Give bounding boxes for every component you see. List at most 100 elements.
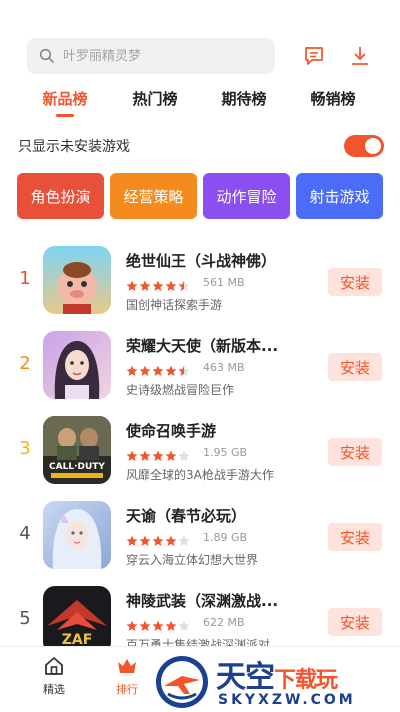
category-buttons: 角色扮演 经营策略 动作冒险 射击游戏 [17, 173, 383, 219]
game-size: 561 MB [203, 276, 245, 289]
star-icon [165, 447, 177, 461]
app-icon[interactable] [43, 246, 111, 314]
star-icon [139, 532, 151, 546]
watermark: 天空下载玩 SKYXZW.COM [154, 650, 400, 712]
star-icon [126, 532, 138, 546]
star-icon [152, 447, 164, 461]
tab-new[interactable]: 新品榜 [30, 84, 100, 114]
watermark-url: SKYXZW.COM [218, 692, 356, 708]
star-icon [178, 447, 190, 461]
rank-number: 2 [19, 353, 31, 374]
install-button[interactable]: 安装 [328, 438, 382, 466]
star-icon [165, 277, 177, 291]
rank-number: 1 [19, 268, 31, 289]
crown-icon [116, 655, 138, 677]
game-name[interactable]: 使命召唤手游 [126, 420, 316, 441]
install-button[interactable]: 安装 [328, 268, 382, 296]
star-icon [165, 362, 177, 376]
list-item[interactable]: 2 荣耀大天使（新版本... 463 MB 史诗级燃战冒险巨作 安装 [0, 329, 400, 401]
game-size: 1.95 GB [203, 446, 248, 459]
app-icon[interactable]: CALL·DUTY [43, 416, 111, 484]
search-box[interactable] [27, 38, 275, 74]
star-icon [126, 277, 138, 291]
rank-number: 3 [19, 438, 31, 459]
watermark-title-accent: 下载玩 [274, 668, 338, 693]
download-icon[interactable] [348, 44, 372, 68]
star-icon [126, 447, 138, 461]
game-description: 史诗级燃战冒险巨作 [126, 383, 235, 397]
install-button[interactable]: 安装 [328, 353, 382, 381]
list-item[interactable]: 1 绝世仙王（斗战神佛） 561 MB 国创神话探索手游 安装 [0, 244, 400, 316]
category-action-button[interactable]: 动作冒险 [203, 173, 290, 219]
game-size: 622 MB [203, 616, 245, 629]
app-icon[interactable]: ZAF [43, 586, 111, 654]
game-description: 国创神话探索手游 [126, 298, 223, 312]
rating-stars [126, 532, 191, 546]
list-item[interactable]: 3 CALL·DUTY 使命召唤手游 1.95 GB 风靡全球的3A枪战手游大作… [0, 414, 400, 486]
game-name[interactable]: 神陵武装（深渊激战... [126, 590, 316, 611]
game-meta: 463 MB [126, 361, 245, 376]
install-button[interactable]: 安装 [328, 523, 382, 551]
nav-featured-label: 精选 [43, 683, 65, 696]
ranking-tabs: 新品榜 热门榜 期待榜 畅销榜 [0, 84, 400, 120]
rating-stars [126, 362, 191, 376]
watermark-title: 天空下载玩 [216, 652, 338, 696]
app-icon[interactable] [43, 501, 111, 569]
install-button[interactable]: 安装 [328, 608, 382, 636]
app-icon[interactable] [43, 331, 111, 399]
star-icon [178, 362, 190, 376]
rating-stars [126, 447, 191, 461]
star-icon [178, 277, 190, 291]
nav-ranking[interactable]: 排行 [102, 655, 152, 697]
toggle-knob [365, 138, 381, 154]
tab-bestseller[interactable]: 畅销榜 [298, 84, 368, 114]
watermark-logo [154, 654, 210, 710]
tab-expected[interactable]: 期待榜 [209, 84, 279, 114]
rank-number: 4 [19, 523, 31, 544]
category-rpg-button[interactable]: 角色扮演 [17, 173, 104, 219]
game-meta: 622 MB [126, 616, 245, 631]
star-icon [165, 617, 177, 631]
game-meta: 1.89 GB [126, 531, 248, 546]
nav-ranking-label: 排行 [116, 683, 138, 696]
game-meta: 561 MB [126, 276, 245, 291]
game-name[interactable]: 荣耀大天使（新版本... [126, 335, 316, 356]
game-description: 穿云入海立体幻想大世界 [126, 553, 259, 567]
rank-number: 5 [19, 608, 31, 629]
star-icon [152, 277, 164, 291]
category-strategy-button[interactable]: 经营策略 [110, 173, 197, 219]
game-name[interactable]: 天谕（春节必玩） [126, 505, 316, 526]
game-name[interactable]: 绝世仙王（斗战神佛） [126, 250, 316, 271]
star-icon [139, 447, 151, 461]
nav-featured[interactable]: 精选 [29, 655, 79, 697]
star-icon [126, 617, 138, 631]
star-icon [126, 362, 138, 376]
star-icon [139, 362, 151, 376]
star-icon [152, 617, 164, 631]
game-size: 1.89 GB [203, 531, 248, 544]
star-icon [178, 617, 190, 631]
uninstalled-only-toggle[interactable] [344, 135, 384, 157]
star-icon [152, 362, 164, 376]
filter-label: 只显示未安装游戏 [18, 139, 130, 155]
search-row [0, 36, 400, 76]
game-meta: 1.95 GB [126, 446, 248, 461]
game-description: 风靡全球的3A枪战手游大作 [126, 468, 274, 482]
message-icon[interactable] [302, 44, 326, 68]
search-input[interactable] [63, 48, 253, 64]
star-icon [152, 532, 164, 546]
category-shooter-button[interactable]: 射击游戏 [296, 173, 383, 219]
svg-text:CALL·DUTY: CALL·DUTY [49, 462, 105, 472]
home-icon [43, 655, 65, 677]
tab-hot[interactable]: 热门榜 [120, 84, 190, 114]
game-size: 463 MB [203, 361, 245, 374]
rating-stars [126, 617, 191, 631]
star-icon [165, 532, 177, 546]
rating-stars [126, 277, 191, 291]
star-icon [139, 617, 151, 631]
star-icon [178, 532, 190, 546]
filter-row: 只显示未安装游戏 [18, 132, 384, 160]
list-item[interactable]: 4 天谕（春节必玩） 1.89 GB 穿云入海立体幻想大世界 安装 [0, 499, 400, 571]
search-icon [39, 48, 55, 64]
star-icon [139, 277, 151, 291]
